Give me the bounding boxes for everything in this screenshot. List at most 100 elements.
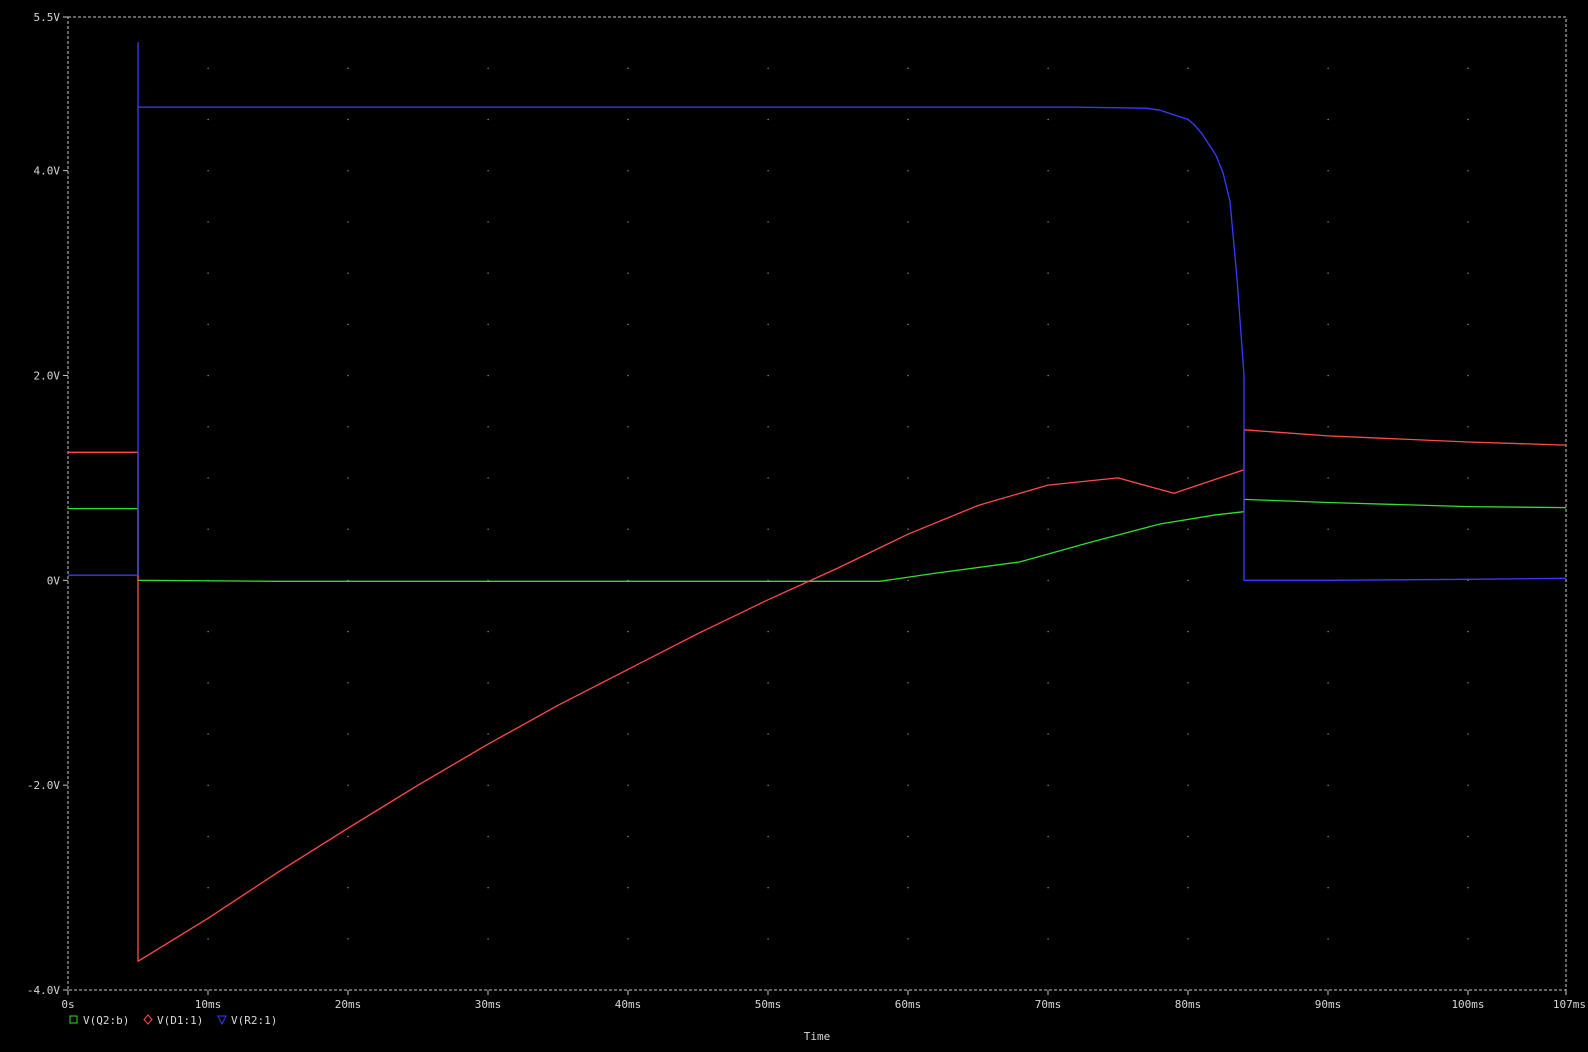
grid-dot <box>207 170 209 172</box>
grid-dot <box>907 272 909 274</box>
x-tick-label: 60ms <box>895 998 922 1011</box>
grid-dot <box>207 118 209 121</box>
grid-dot <box>487 426 489 428</box>
grid-dot <box>1327 374 1329 377</box>
grid-dot <box>1047 528 1049 530</box>
grid-dot <box>907 887 909 889</box>
grid-dot <box>627 272 629 274</box>
grid-dot <box>767 887 769 889</box>
grid-dot <box>767 67 769 69</box>
grid-dot <box>207 67 209 69</box>
grid-dot <box>627 835 629 838</box>
grid-dot <box>1467 887 1469 889</box>
grid-dot <box>1187 887 1189 889</box>
grid-dot <box>1467 323 1469 325</box>
grid-dot <box>1327 733 1329 735</box>
grid-dot <box>487 682 489 684</box>
grid-dot <box>347 528 349 530</box>
grid-dot <box>487 938 489 940</box>
grid-dot <box>767 784 769 786</box>
y-tick-label: -4.0V <box>27 984 60 997</box>
grid-dot <box>1187 374 1189 377</box>
grid-dot <box>1187 272 1189 274</box>
legend-label: V(D1:1) <box>157 1014 203 1027</box>
x-tick-label: 100ms <box>1451 998 1484 1011</box>
grid-dot <box>347 374 349 377</box>
grid-dot <box>347 477 349 479</box>
grid-dot <box>347 221 349 223</box>
grid-dot <box>627 426 629 428</box>
y-tick-label: 2.0V <box>34 369 61 382</box>
grid-dot <box>627 631 629 633</box>
grid-dot <box>627 374 629 377</box>
grid-dot <box>1467 477 1469 479</box>
axis-ticks: 0s 10ms 20ms 30ms 40ms 50ms 60ms 70ms 80ms 90ms 10… <box>27 11 1586 1011</box>
series-layer <box>68 41 1567 962</box>
grid-dot <box>207 477 209 479</box>
grid-dot <box>1047 579 1049 582</box>
grid-dot <box>1047 323 1049 325</box>
grid-dot <box>907 426 909 428</box>
grid-dot <box>767 426 769 428</box>
grid-dot <box>207 938 209 940</box>
grid-dot <box>1327 631 1329 633</box>
grid-dot <box>487 67 489 69</box>
grid-dot <box>347 784 349 786</box>
grid-dot <box>1187 682 1189 684</box>
grid-dot <box>907 784 909 786</box>
grid-dot <box>907 221 909 223</box>
grid-dot <box>1047 733 1049 735</box>
grid-dot <box>347 682 349 684</box>
grid-dot <box>207 631 209 633</box>
legend: V(Q2:b) V(D1:1) V(R2:1) <box>69 1014 277 1027</box>
grid-dot <box>1467 631 1469 633</box>
grid-dot <box>1327 426 1329 428</box>
x-tick-label: 20ms <box>335 998 362 1011</box>
grid-dot <box>627 733 629 735</box>
plot-svg: 0s 10ms 20ms 30ms 40ms 50ms 60ms 70ms 80ms 90ms 10… <box>27 11 1586 1043</box>
grid-dot <box>767 733 769 735</box>
grid-dot <box>907 67 909 69</box>
x-tick-label: 107ms <box>1553 998 1586 1011</box>
grid-dot <box>1467 835 1469 838</box>
grid-dot <box>1327 170 1329 172</box>
legend-marker <box>217 1015 227 1026</box>
legend-marker <box>69 1015 78 1024</box>
y-tick-label: -2.0V <box>27 779 60 792</box>
grid-dot <box>907 682 909 684</box>
grid-dot <box>1047 118 1049 121</box>
grid-dot <box>207 682 209 684</box>
grid-dots <box>207 67 1469 940</box>
grid-dot <box>907 477 909 479</box>
legend-label: V(R2:1) <box>231 1014 277 1027</box>
x-tick-label: 70ms <box>1035 998 1062 1011</box>
grid-dot <box>1187 221 1189 223</box>
grid-dot <box>1467 374 1469 377</box>
grid-dot <box>1467 118 1469 121</box>
grid-dot <box>767 938 769 940</box>
grid-dot <box>627 477 629 479</box>
grid-dot <box>347 631 349 633</box>
x-tick-label: 30ms <box>475 998 502 1011</box>
grid-dot <box>1467 579 1469 582</box>
grid-dot <box>767 272 769 274</box>
grid-dot <box>1047 682 1049 684</box>
grid-dot <box>487 323 489 325</box>
grid-dot <box>487 170 489 172</box>
grid-dot <box>207 835 209 838</box>
grid-dot <box>1047 426 1049 428</box>
grid-dot <box>347 733 349 735</box>
grid-dot <box>207 426 209 428</box>
grid-dot <box>347 67 349 69</box>
grid-dot <box>627 682 629 684</box>
grid-dot <box>1467 170 1469 172</box>
grid-dot <box>347 887 349 889</box>
grid-dot <box>627 221 629 223</box>
grid-dot <box>1327 682 1329 684</box>
grid-dot <box>487 835 489 838</box>
grid-dot <box>207 221 209 223</box>
x-tick-label: 50ms <box>755 998 782 1011</box>
x-tick-label: 80ms <box>1175 998 1202 1011</box>
grid-dot <box>1187 170 1189 172</box>
grid-dot <box>347 272 349 274</box>
